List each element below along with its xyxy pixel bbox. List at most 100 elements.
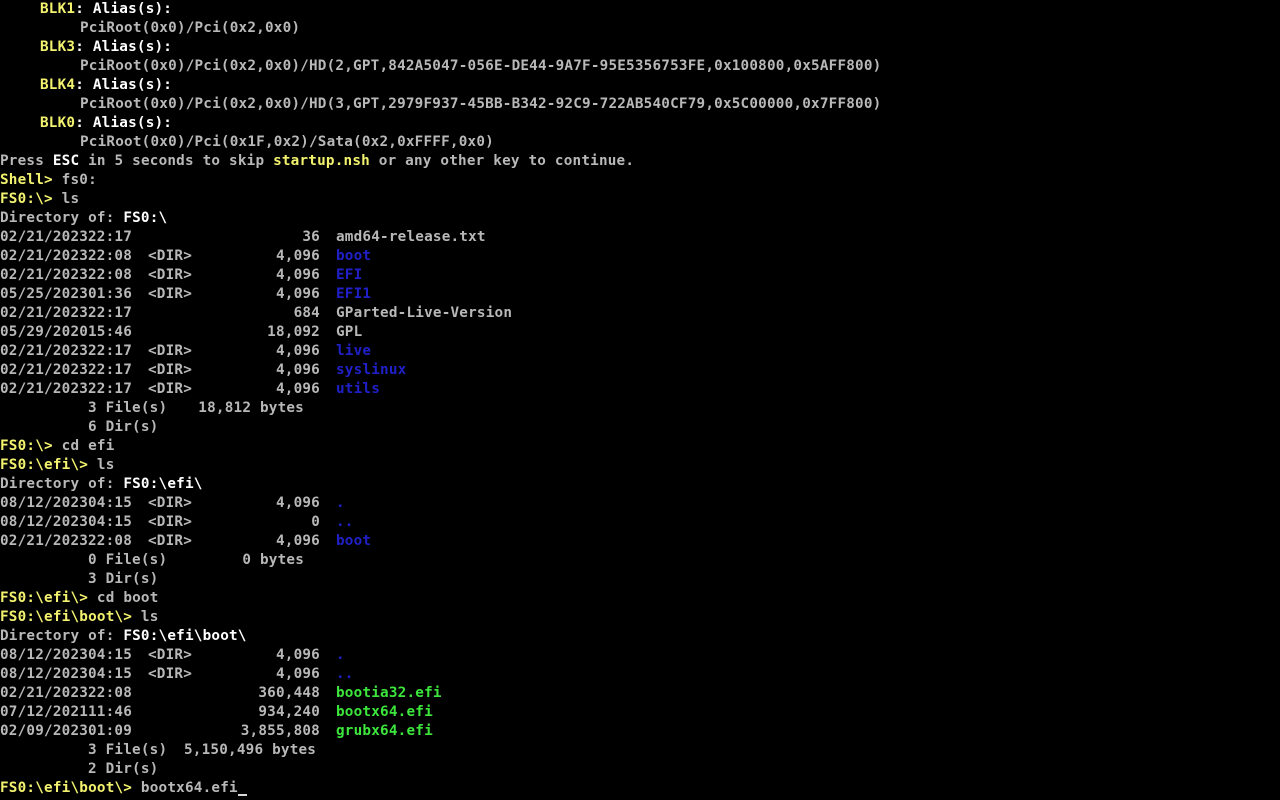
file-time: 22:08 — [88, 533, 133, 549]
file-date: 08/12/2023 — [0, 495, 89, 511]
file-name: .. — [336, 514, 354, 530]
file-date: 08/12/2023 — [0, 666, 89, 682]
esc-key-label: ESC — [52, 153, 80, 169]
file-size: 4,096 — [275, 666, 320, 682]
command-input[interactable]: bootx64.efi — [141, 780, 238, 796]
file-dir-flag: <DIR> — [148, 381, 193, 397]
file-size: 18,092 — [267, 324, 320, 340]
shell-prompt: FS0:\> — [0, 438, 62, 454]
file-size: 36 — [302, 229, 320, 245]
file-name: bootx64.efi — [336, 704, 433, 720]
file-dir-flag — [148, 228, 204, 247]
file-date: 02/21/2023 — [0, 305, 89, 321]
command-text: ls — [96, 457, 115, 473]
file-entry-row: 02/09/2023 01:09 3,855,808 grubx64.efi — [0, 722, 1280, 741]
file-time: 15:46 — [88, 324, 133, 340]
device-name: BLK4 — [40, 77, 76, 93]
file-time: 04:15 — [88, 514, 133, 530]
file-size: 4,096 — [275, 533, 320, 549]
startup-script-name: startup.nsh — [273, 153, 370, 169]
file-size: 4,096 — [275, 381, 320, 397]
file-size: 0 — [311, 514, 320, 530]
file-date: 02/21/2023 — [0, 267, 89, 283]
command-text: fs0: — [61, 172, 97, 188]
device-row: BLK3: Alias(s): — [0, 38, 1280, 57]
file-time: 01:09 — [88, 723, 133, 739]
file-entry-row: 02/21/2023 22:17 684 GParted-Live-Version — [0, 304, 1280, 323]
file-entry-row: 07/12/2021 11:46 934,240 bootx64.efi — [0, 703, 1280, 722]
file-time: 22:17 — [88, 381, 133, 397]
command-line: FS0:\efi\> cd boot — [0, 589, 1280, 608]
directory-header: Directory of: FS0:\ — [0, 210, 168, 226]
file-date: 02/21/2023 — [0, 248, 89, 264]
file-size: 4,096 — [275, 362, 320, 378]
file-date: 08/12/2023 — [0, 514, 89, 530]
file-date: 02/21/2023 — [0, 533, 89, 549]
dirs-summary: 6 Dir(s) — [88, 419, 159, 435]
shell-prompt: FS0:\efi\> — [0, 457, 97, 473]
file-entry-row: 02/21/2023 22:17 <DIR> 4,096 live — [0, 342, 1280, 361]
directory-header: Directory of: FS0:\efi\ — [0, 476, 203, 492]
command-line: FS0:\efi\> ls — [0, 456, 1280, 475]
file-date: 02/21/2023 — [0, 343, 89, 359]
file-size: 4,096 — [275, 286, 320, 302]
file-name: EFI1 — [336, 286, 372, 302]
file-size: 934,240 — [258, 704, 320, 720]
directory-path: FS0:\ — [123, 210, 168, 226]
device-path: PciRoot(0x0)/Pci(0x1F,0x2)/Sata(0x2,0xFF… — [80, 134, 494, 150]
file-dir-flag — [148, 722, 204, 741]
file-date: 02/09/2023 — [0, 723, 89, 739]
device-name: BLK3 — [40, 39, 76, 55]
device-row: BLK1: Alias(s): — [0, 0, 1280, 19]
file-dir-flag: <DIR> — [148, 666, 193, 682]
dirs-summary: 2 Dir(s) — [88, 761, 159, 777]
file-dir-flag: <DIR> — [148, 362, 193, 378]
file-name: bootia32.efi — [336, 685, 442, 701]
files-summary: 0 File(s) 0 bytes — [88, 552, 304, 568]
directory-header: Directory of: FS0:\efi\boot\ — [0, 628, 247, 644]
file-entry-row: 08/12/2023 04:15 <DIR> 4,096.. — [0, 665, 1280, 684]
file-dir-flag: <DIR> — [148, 267, 193, 283]
active-command-line[interactable]: FS0:\efi\boot\> bootx64.efi — [0, 779, 1280, 798]
file-date: 02/21/2023 — [0, 362, 89, 378]
file-name: grubx64.efi — [336, 723, 433, 739]
file-name: GPL — [336, 324, 363, 340]
directory-path: FS0:\efi\boot\ — [123, 628, 247, 644]
file-date: 05/29/2020 — [0, 324, 89, 340]
file-dir-flag: <DIR> — [148, 495, 193, 511]
device-path: PciRoot(0x0)/Pci(0x2,0x0)/HD(2,GPT,842A5… — [80, 58, 882, 74]
file-size: 4,096 — [275, 267, 320, 283]
file-time: 22:08 — [88, 248, 133, 264]
file-time: 22:17 — [88, 343, 133, 359]
directory-listing: 08/12/2023 04:15 <DIR> 4,096. 08/12/2023 04:1… — [0, 646, 1280, 741]
file-size: 3,855,808 — [240, 723, 320, 739]
alias-label: : Alias(s): — [75, 39, 173, 55]
file-entry-row: 08/12/2023 04:15 <DIR> 0.. — [0, 513, 1280, 532]
file-date: 02/21/2023 — [0, 685, 89, 701]
file-entry-row: 02/21/2023 22:17 36 amd64-release.txt — [0, 228, 1280, 247]
file-name: .. — [336, 666, 354, 682]
file-time: 11:46 — [88, 704, 133, 720]
command-text: cd boot — [96, 590, 159, 606]
file-entry-row: 08/12/2023 04:15 <DIR> 4,096. — [0, 646, 1280, 665]
file-name: amd64-release.txt — [336, 229, 486, 245]
file-size: 4,096 — [275, 248, 320, 264]
alias-label: : Alias(s): — [75, 1, 173, 17]
file-dir-flag — [148, 684, 204, 703]
shell-prompt: FS0:\efi\> — [0, 590, 97, 606]
command-line: FS0:\> cd efi — [0, 437, 1280, 456]
file-dir-flag — [148, 323, 204, 342]
file-entry-row: 02/21/2023 22:08 <DIR> 4,096 boot — [0, 247, 1280, 266]
file-entry-row: 02/21/2023 22:17 <DIR> 4,096 syslinux — [0, 361, 1280, 380]
file-name: boot — [336, 248, 372, 264]
uefi-shell-terminal[interactable]: BLK1: Alias(s): PciRoot(0x0)/Pci(0x2,0x0… — [0, 0, 1280, 800]
file-dir-flag: <DIR> — [148, 248, 193, 264]
alias-label: : Alias(s): — [75, 77, 173, 93]
file-time: 04:15 — [88, 647, 133, 663]
file-time: 04:15 — [88, 666, 133, 682]
file-name: live — [336, 343, 372, 359]
command-line: Shell> fs0: — [0, 171, 1280, 190]
file-name: . — [336, 495, 345, 511]
file-dir-flag: <DIR> — [148, 343, 193, 359]
file-size: 684 — [293, 305, 320, 321]
